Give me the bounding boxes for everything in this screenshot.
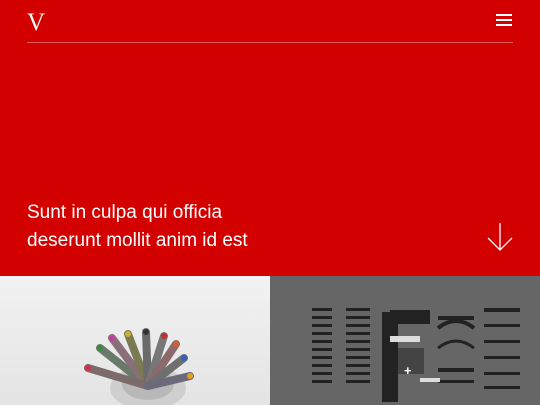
hero-headline-line1: Sunt in culpa qui officia <box>27 202 223 223</box>
header-divider <box>27 42 513 43</box>
hamburger-menu-icon[interactable] <box>496 14 512 26</box>
hero-headline-line2: deserunt mollit anim id est <box>27 230 248 251</box>
arrow-down-icon[interactable] <box>486 222 514 252</box>
gallery-item-pencils[interactable] <box>0 276 270 405</box>
colored-pencils-image <box>84 328 194 405</box>
typewriter-parts-image <box>312 308 520 402</box>
hero-section: V Sunt in culpa qui officia deserunt mol… <box>0 0 540 276</box>
plus-icon[interactable]: + <box>404 364 412 377</box>
hero-headline: Sunt in culpa qui officia deserunt molli… <box>27 199 407 255</box>
gallery-item-typewriter[interactable]: + <box>270 276 540 405</box>
site-logo[interactable]: V <box>27 9 45 37</box>
